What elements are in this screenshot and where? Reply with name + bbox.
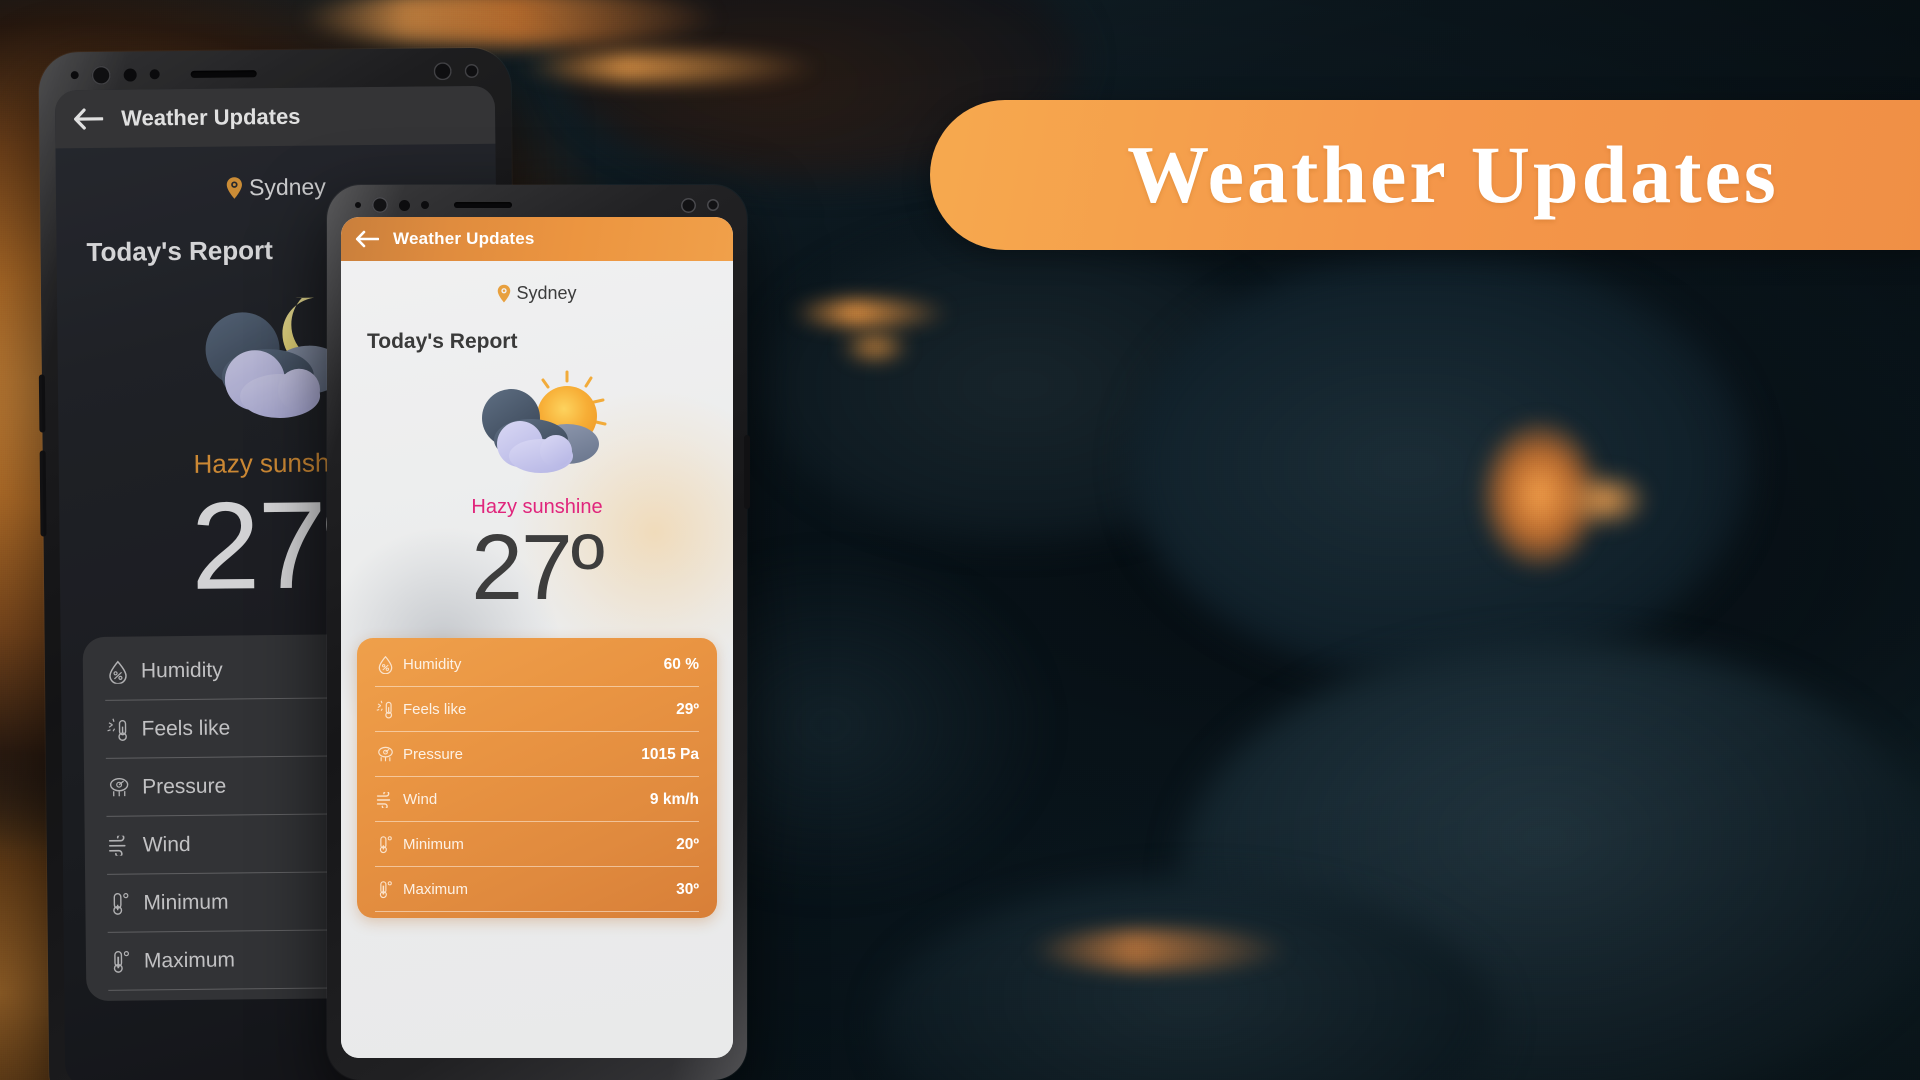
sun-behind-clouds-icon — [463, 368, 611, 486]
front-camera-icon — [91, 65, 111, 85]
thermometer-low-icon — [375, 835, 395, 854]
detail-value: 60 % — [663, 655, 699, 673]
wind-icon — [375, 791, 395, 808]
detail-value: 30º — [676, 880, 699, 898]
iris-scanner-icon — [681, 197, 696, 213]
side-button[interactable] — [744, 435, 750, 509]
notch-sensor-cluster — [39, 58, 511, 89]
arrow-left-icon[interactable] — [73, 108, 104, 130]
side-button[interactable] — [38, 374, 46, 433]
feels-like-thermometer-icon — [105, 718, 131, 742]
detail-label: Pressure — [403, 746, 464, 763]
earpiece-speaker — [190, 69, 257, 78]
location-row[interactable]: Sydney — [341, 283, 733, 304]
wind-icon — [107, 836, 133, 857]
table-row[interactable]: Wind 9 km/h — [375, 777, 699, 822]
sensor-dot-icon — [399, 199, 410, 211]
appbar-title: Weather Updates — [121, 103, 301, 131]
proximity-sensor-icon — [707, 199, 719, 211]
feels-like-thermometer-icon — [375, 700, 395, 719]
pressure-gauge-icon — [106, 776, 132, 800]
location-name: Sydney — [516, 283, 577, 303]
temperature-value: 27º — [471, 515, 604, 619]
map-pin-icon — [226, 176, 243, 199]
notch-sensor-cluster — [327, 194, 747, 216]
phone-device-front: Weather Updates Sydney Today's Report Ha… — [327, 185, 750, 1080]
sensor-dot-icon — [149, 69, 160, 80]
table-row[interactable]: Humidity 60 % — [375, 642, 699, 687]
detail-label: Wind — [403, 791, 438, 808]
arrow-left-icon[interactable] — [355, 230, 379, 248]
detail-label: Minimum — [403, 836, 464, 853]
thermometer-high-icon — [375, 880, 395, 899]
map-pin-icon — [497, 284, 511, 303]
section-title: Today's Report — [367, 330, 518, 353]
sensor-dot-icon — [123, 67, 137, 82]
earpiece-speaker — [454, 202, 512, 208]
appbar-front-phone: Weather Updates — [341, 217, 733, 261]
thermometer-high-icon — [108, 950, 134, 974]
sensor-dot-icon — [355, 202, 361, 208]
appbar-back-phone: Weather Updates — [54, 85, 496, 149]
pressure-gauge-icon — [375, 745, 395, 764]
detail-label: Humidity — [403, 656, 462, 673]
location-name: Sydney — [248, 173, 326, 201]
detail-label: Maximum — [403, 881, 469, 898]
detail-label: Feels like — [403, 701, 467, 718]
table-row[interactable]: Feels like 29º — [375, 687, 699, 732]
front-camera-icon — [372, 197, 388, 213]
humidity-drop-icon — [375, 655, 395, 674]
detail-value: 1015 Pa — [641, 745, 699, 763]
phone-front-screen: Weather Updates Sydney Today's Report Ha… — [341, 217, 733, 1058]
side-button[interactable] — [39, 450, 47, 537]
detail-value: 9 km/h — [649, 790, 699, 808]
appbar-title: Weather Updates — [393, 229, 535, 248]
humidity-drop-icon — [105, 660, 131, 685]
table-row[interactable]: Maximum 30º — [375, 867, 699, 912]
banner-title: Weather Updates — [1127, 129, 1779, 220]
sensor-dot-icon — [421, 201, 429, 209]
iris-scanner-icon — [433, 62, 452, 81]
banner: Weather Updates — [930, 100, 1920, 250]
detail-value: 20º — [676, 835, 699, 853]
table-row[interactable]: Minimum 20º — [375, 822, 699, 867]
phone-front-content: Sydney Today's Report Hazy sunshine 27º … — [341, 261, 733, 1058]
proximity-sensor-icon — [464, 63, 479, 79]
table-row[interactable]: Pressure 1015 Pa — [375, 732, 699, 777]
thermometer-low-icon — [107, 892, 133, 916]
detail-value: 29º — [676, 700, 699, 718]
sensor-dot-icon — [70, 71, 79, 80]
weather-details-card-front: Humidity 60 % Feels like 29º Pressure 10… — [357, 638, 717, 918]
